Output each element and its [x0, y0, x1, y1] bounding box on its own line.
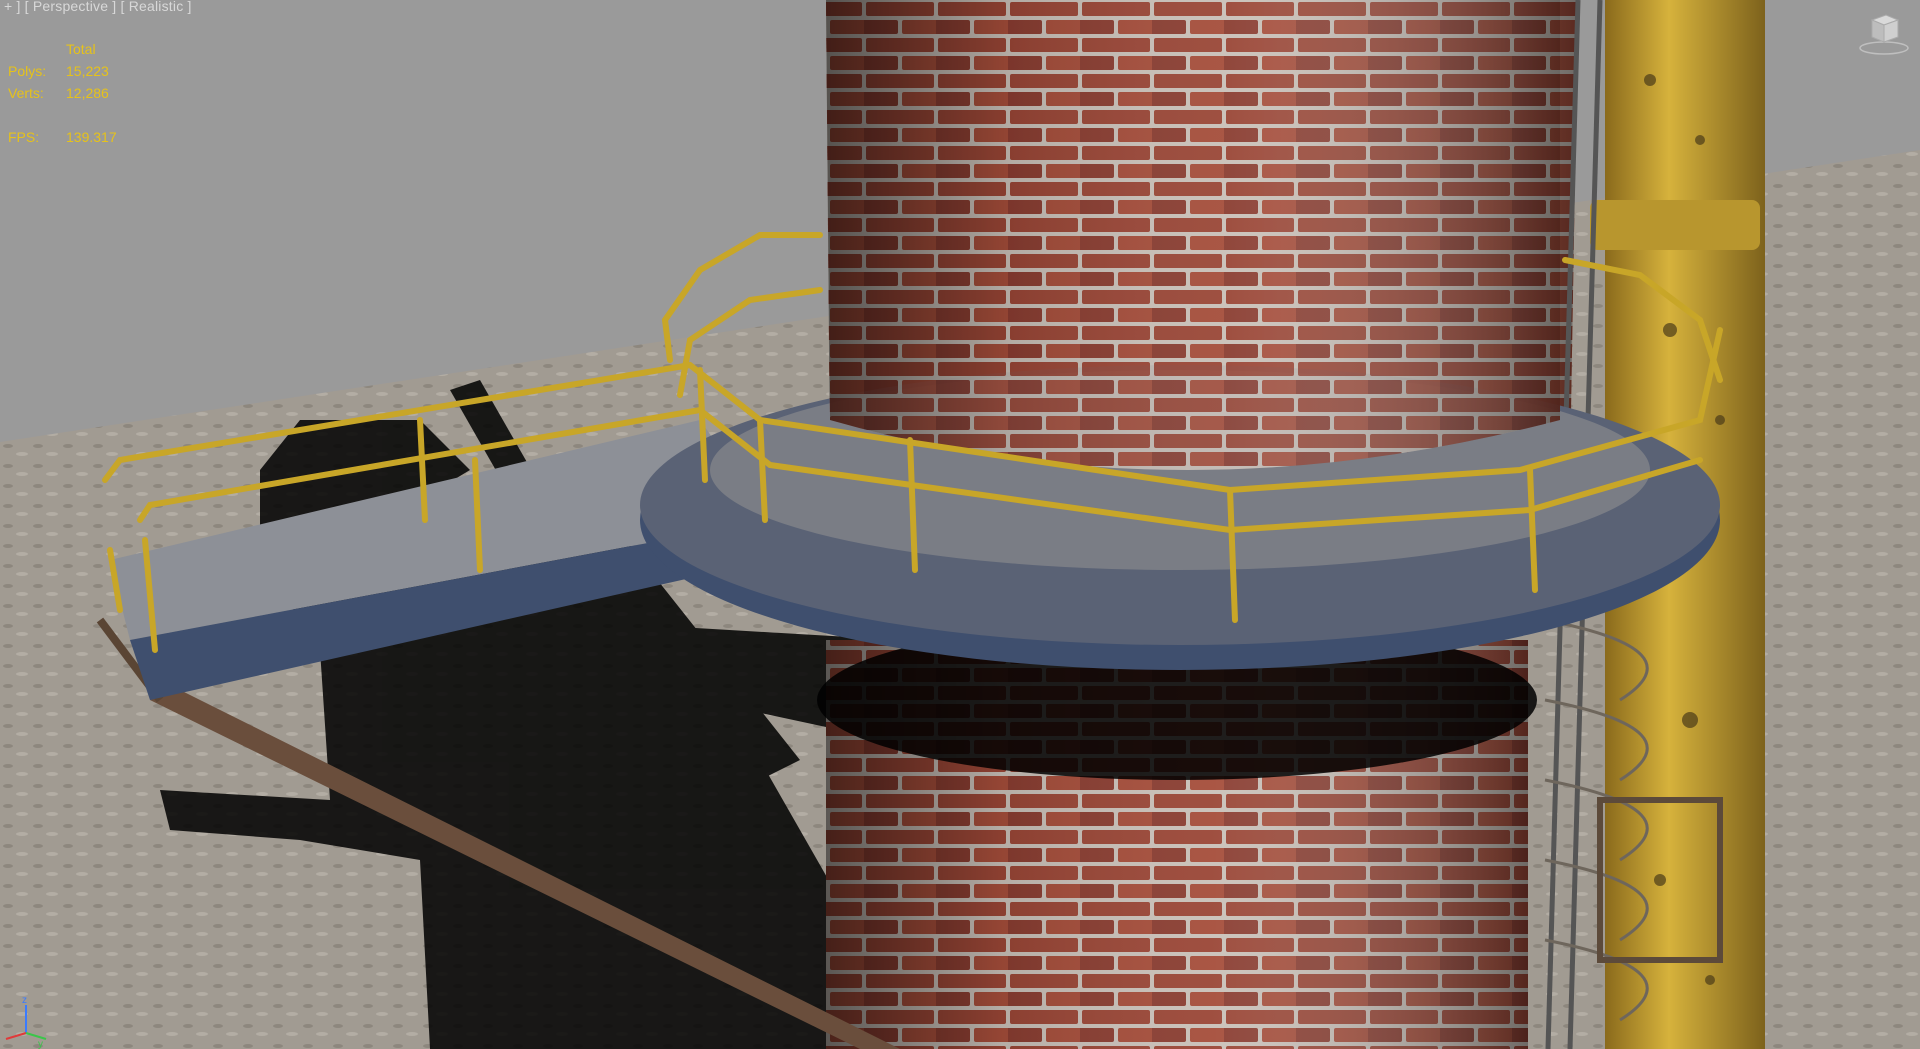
viewport-pov-menu[interactable]: [ Perspective ] — [25, 0, 117, 14]
fps-label: FPS: — [8, 129, 40, 145]
fps-value: 139.317 — [66, 129, 117, 145]
verts-value: 12,286 — [66, 85, 109, 101]
verts-label: Verts: — [8, 85, 44, 101]
chimney-lower — [817, 620, 1537, 1049]
viewport-plus-menu[interactable]: + ] — [4, 0, 21, 14]
axis-tripod-icon: z y — [0, 975, 56, 1049]
viewport-pov-label[interactable]: Perspective — [33, 0, 108, 14]
viewport-shading-menu[interactable]: [ Realistic ] — [121, 0, 192, 14]
stats-header: Total — [66, 41, 96, 57]
viewcube-icon[interactable] — [1858, 12, 1910, 56]
polys-label: Polys: — [8, 63, 47, 79]
viewport-shading-label[interactable]: Realistic — [129, 0, 184, 14]
3d-viewport[interactable]: + ] [ Perspective ] [ Realistic ] Total … — [0, 0, 1920, 1049]
viewport-plus-label[interactable]: + — [4, 0, 12, 14]
scene-render[interactable] — [0, 0, 1920, 1049]
svg-text:y: y — [38, 1039, 43, 1049]
viewport-label[interactable]: + ] [ Perspective ] [ Realistic ] — [4, 0, 192, 14]
svg-text:z: z — [22, 995, 27, 1006]
polys-value: 15,223 — [66, 63, 109, 79]
